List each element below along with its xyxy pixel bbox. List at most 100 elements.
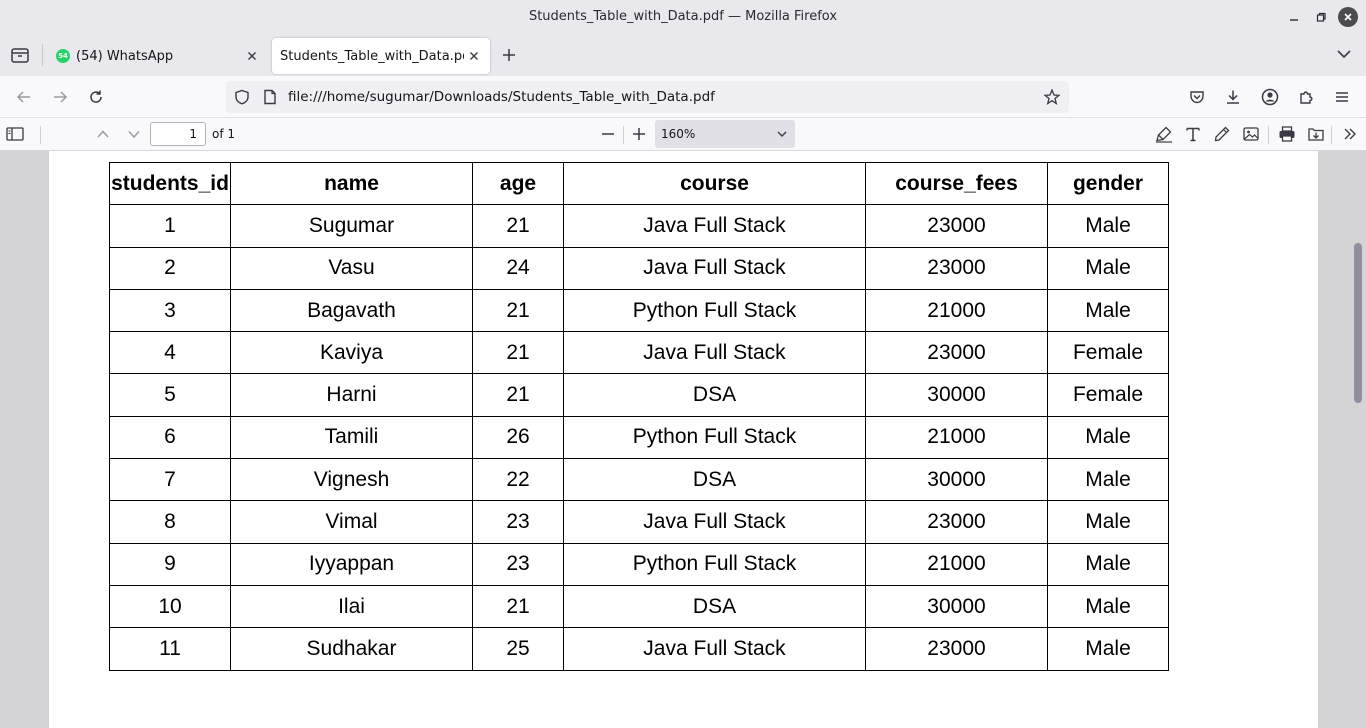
table-header-row: students_id name age course course_fees …	[109, 161, 1169, 206]
table-cell: DSA	[563, 458, 866, 502]
table-cell: DSA	[563, 584, 866, 629]
table-cell: 21000	[865, 415, 1048, 460]
table-cell: Male	[1047, 500, 1169, 544]
page-number-input[interactable]: 1	[150, 122, 206, 146]
table-cell: Java Full Stack	[563, 331, 866, 375]
previous-page-button[interactable]	[93, 124, 113, 144]
table-cell: 22	[472, 458, 564, 502]
address-bar[interactable]: file:///home/sugumar/Downloads/Students_…	[226, 81, 1069, 113]
tab-close-button[interactable]	[464, 51, 484, 61]
table-cell: 21000	[865, 542, 1048, 586]
text-button[interactable]	[1183, 124, 1203, 144]
table-cell: 30000	[865, 373, 1048, 417]
table-cell: 5	[109, 373, 231, 417]
tab-pdf[interactable]: Students_Table_with_Data.pdf	[272, 38, 490, 74]
tab-bar: 54 (54) WhatsApp Students_Table_with_Dat…	[0, 34, 1366, 76]
bookmark-star-icon[interactable]	[1044, 89, 1060, 105]
table-row: 10 Ilai 21 DSA 30000 Male	[109, 584, 1169, 629]
table-cell: Male	[1047, 627, 1169, 671]
toggle-sidebar-button[interactable]	[5, 124, 25, 144]
table-row: 9 Iyyappan 23 Python Full Stack 21000 Male	[109, 542, 1169, 586]
table-cell: Sudhakar	[230, 627, 473, 671]
table-cell: Male	[1047, 542, 1169, 586]
header-cell: name	[230, 161, 473, 206]
text-icon	[1186, 127, 1200, 142]
forward-button[interactable]	[48, 85, 72, 109]
zoom-in-button[interactable]	[629, 124, 649, 144]
tab-close-button[interactable]	[242, 51, 262, 61]
close-icon	[1344, 13, 1352, 21]
close-icon	[248, 52, 256, 60]
image-icon	[1243, 127, 1259, 141]
new-tab-button[interactable]	[502, 44, 516, 62]
add-image-button[interactable]	[1241, 124, 1261, 144]
page-icon[interactable]	[262, 89, 278, 105]
table-cell: Java Full Stack	[563, 627, 866, 671]
downloads-button[interactable]	[1221, 85, 1245, 109]
url-text: file:///home/sugumar/Downloads/Students_…	[288, 89, 715, 105]
table-cell: Male	[1047, 458, 1169, 502]
minimize-icon	[1290, 19, 1298, 21]
print-button[interactable]	[1277, 124, 1297, 144]
toolbar-separator	[1268, 126, 1269, 144]
tools-menu-button[interactable]	[1340, 124, 1360, 144]
navigation-bar: file:///home/sugumar/Downloads/Students_…	[0, 76, 1366, 118]
plus-icon	[503, 49, 515, 61]
next-page-button[interactable]	[124, 124, 144, 144]
pocket-button[interactable]	[1185, 85, 1209, 109]
vertical-scrollbar[interactable]	[1354, 243, 1362, 403]
table-cell: Python Full Stack	[563, 415, 866, 460]
double-chevron-right-icon	[1344, 128, 1356, 140]
table-cell: 30000	[865, 458, 1048, 502]
header-cell: gender	[1047, 161, 1169, 206]
reload-button[interactable]	[84, 85, 108, 109]
toolbar-separator	[1331, 126, 1332, 144]
table-cell: 23	[472, 500, 564, 544]
highlight-button[interactable]	[1154, 124, 1174, 144]
highlighter-icon	[1156, 126, 1172, 143]
table-cell: Vignesh	[230, 458, 473, 502]
back-button[interactable]	[12, 85, 36, 109]
list-all-tabs-button[interactable]	[1336, 46, 1354, 64]
table-cell: 8	[109, 500, 231, 544]
table-cell: 7	[109, 458, 231, 502]
shield-icon[interactable]	[234, 89, 250, 105]
table-cell: 24	[472, 246, 564, 290]
table-cell: Male	[1047, 204, 1169, 248]
zoom-select[interactable]: 160%	[655, 120, 795, 148]
reload-icon	[90, 90, 102, 103]
pocket-icon	[1190, 91, 1204, 104]
table-cell: Python Full Stack	[563, 542, 866, 586]
zoom-out-button[interactable]	[598, 124, 618, 144]
table-cell: 21	[472, 204, 564, 248]
close-window-button[interactable]	[1338, 7, 1358, 27]
maximize-button[interactable]	[1310, 7, 1332, 27]
app-menu-button[interactable]	[1330, 85, 1354, 109]
pdf-page: students_id name age course course_fees …	[49, 151, 1318, 728]
minimize-button[interactable]	[1283, 7, 1305, 27]
table-cell: 23000	[865, 246, 1048, 290]
tab-whatsapp[interactable]: 54 (54) WhatsApp	[46, 38, 268, 74]
puzzle-icon	[1300, 91, 1313, 104]
table-cell: DSA	[563, 373, 866, 417]
extensions-button[interactable]	[1294, 85, 1318, 109]
table-cell: Female	[1047, 331, 1169, 375]
page-count-label: of 1	[212, 127, 236, 141]
account-button[interactable]	[1258, 85, 1282, 109]
firefox-view-button[interactable]	[10, 46, 30, 64]
table-cell: 10	[109, 584, 231, 629]
tab-label: Students_Table_with_Data.pdf	[280, 48, 464, 64]
tab-label: (54) WhatsApp	[76, 48, 174, 64]
save-button[interactable]	[1306, 124, 1326, 144]
table-cell: 21	[472, 373, 564, 417]
arrow-left-icon	[16, 91, 30, 103]
plus-icon	[633, 128, 645, 140]
draw-button[interactable]	[1212, 124, 1232, 144]
table-row: 11 Sudhakar 25 Java Full Stack 23000 Male	[109, 627, 1169, 671]
table-cell: Ilai	[230, 584, 473, 629]
header-cell: students_id	[109, 161, 231, 206]
table-cell: Java Full Stack	[563, 500, 866, 544]
pdf-viewer[interactable]: students_id name age course course_fees …	[0, 151, 1366, 728]
table-cell: 23000	[865, 500, 1048, 544]
table-cell: 4	[109, 331, 231, 375]
